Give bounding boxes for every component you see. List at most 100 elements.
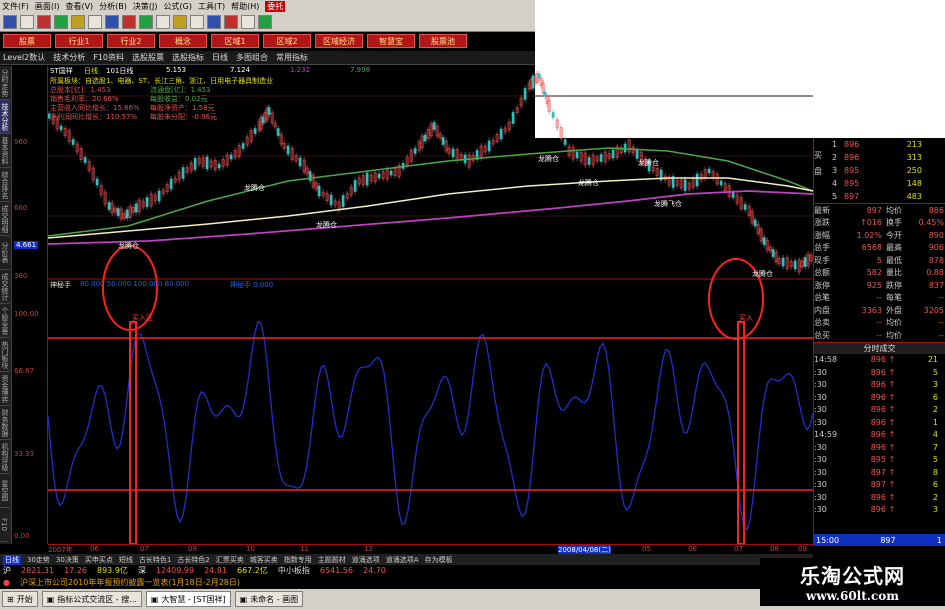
menu-item[interactable]: 帮助(H) (231, 1, 259, 12)
side-tab[interactable]: 成交统计 (0, 270, 10, 304)
menu-item[interactable]: 公式(G) (164, 1, 192, 12)
menu-item[interactable]: 画面(I) (35, 1, 60, 12)
quote-row: 涨幅 1.02% 今开 890 (814, 229, 945, 242)
menu-item[interactable]: 查看(V) (65, 1, 93, 12)
taskbar-window[interactable]: ▣ 大智慧 - [ST国祥] (145, 591, 231, 607)
taskbar-label: 指标公式交流区 - 搜... (57, 594, 137, 604)
nav-button[interactable]: 区域1 (211, 34, 259, 48)
menu-item[interactable]: 决策(J) (133, 1, 158, 12)
tick-time: :30 (814, 492, 827, 502)
sub-menu-item[interactable]: Level2数认 (3, 52, 45, 63)
nav-button[interactable]: 智慧宝 (367, 34, 415, 48)
sub-menu-item[interactable]: 选股指标 (172, 52, 204, 63)
tick-time: 14:58 (814, 355, 838, 365)
indicator-tab[interactable]: 存为模板 (425, 555, 453, 565)
sub-menu-item[interactable]: 选股股票 (132, 52, 164, 63)
sub-menu-item[interactable]: 技术分析 (53, 52, 85, 63)
sub-menu-item[interactable]: 常用指标 (276, 52, 308, 63)
menu-item[interactable]: 工具(T) (198, 1, 225, 12)
back-icon[interactable] (3, 14, 17, 29)
nav-button[interactable]: 股票 (3, 34, 51, 48)
side-tab[interactable]: 综合排名 (0, 168, 10, 202)
nav-button[interactable]: 行业1 (55, 34, 103, 48)
tick-time: :30 (814, 405, 827, 415)
quote-key: 总买 (814, 330, 830, 340)
menu-item[interactable]: 分析(B) (99, 1, 127, 12)
tree-icon[interactable] (139, 14, 153, 29)
toolbar (0, 12, 535, 32)
sub-menu-item[interactable]: 多图组合 (236, 52, 268, 63)
start-button[interactable]: ⊞ 开始 (2, 591, 38, 607)
side-tab[interactable]: 成交明细 (0, 202, 10, 236)
side-tab[interactable]: 资金博弈 (0, 372, 10, 406)
tick-row: 14:59 896 ↑ 4 (814, 429, 945, 442)
side-tab[interactable]: F10 (0, 508, 8, 542)
side-tab[interactable]: 财务数据 (0, 406, 10, 440)
chart-icon[interactable] (54, 14, 68, 29)
indicator-tab[interactable]: 30决策 (56, 555, 79, 565)
indicator-tab[interactable]: 道涌选项A (386, 555, 419, 565)
nav-button[interactable]: 区域2 (263, 34, 311, 48)
side-tab[interactable]: 分价表 (0, 236, 10, 270)
indicator-tab[interactable]: 买申买点 (85, 555, 113, 565)
indicator-tab[interactable]: 汇票买卖 (216, 555, 244, 565)
sub-menu-item[interactable]: 日线 (212, 52, 228, 63)
indicator-tab[interactable]: 指数专用 (284, 555, 312, 565)
side-tab[interactable]: 星空图 (0, 474, 10, 508)
calculator-icon[interactable] (173, 14, 187, 29)
zoom-icon[interactable] (241, 14, 255, 29)
star-icon[interactable] (122, 14, 136, 29)
indicator-tab[interactable]: 古长特色2 (177, 555, 209, 565)
taskbar-window[interactable]: ▣ 指标公式交流区 - 搜... (41, 591, 142, 607)
person-icon[interactable] (105, 14, 119, 29)
news-text[interactable]: 沪深上市公司2010年年报预约披露一览表(1月18日-2月28日) (20, 577, 240, 588)
nav-button[interactable]: 概念 (159, 34, 207, 48)
quote-value: -- (938, 330, 944, 340)
quote-key: 今开 (886, 230, 902, 240)
side-tab[interactable]: 分时走势 (0, 66, 10, 100)
quote-row: 涨停 925 跌停 837 (814, 279, 945, 292)
plate-label: 盘 (814, 167, 822, 176)
side-tab[interactable]: 基本资料 (0, 134, 10, 168)
level-volume: 213 (906, 140, 922, 149)
pen-icon[interactable] (190, 14, 204, 29)
indicator-tab[interactable]: 30走势 (27, 555, 50, 565)
nav-button[interactable]: 行业2 (107, 34, 155, 48)
tick-volume: 6 (932, 392, 938, 402)
tick-price: 896 (870, 442, 886, 452)
indicator-tab[interactable]: 道涌选项 (352, 555, 380, 565)
orderbook-rows: 1 896 213 2 896 313 3 895 250 4 895 148 5 897 483 (832, 138, 922, 203)
side-tab[interactable]: 技术分析 (0, 100, 10, 134)
ticks-header[interactable]: 分时成交 (814, 341, 945, 354)
date-label: 06 (90, 545, 99, 553)
tick-time: :30 (814, 480, 827, 490)
quote-value: 837 (928, 280, 944, 290)
side-tab[interactable]: 机构评级 (0, 440, 10, 474)
sub-menu-item[interactable]: F10资料 (93, 52, 124, 63)
rsi-icon[interactable] (37, 14, 51, 29)
news-icon[interactable] (258, 14, 272, 29)
nav-button[interactable]: 区域经济 (315, 34, 363, 48)
indicator-line (48, 320, 813, 532)
index-status-value: 17.26 (64, 566, 87, 575)
alert-icon[interactable] (224, 14, 238, 29)
indicator-tab[interactable]: 古长特色1 (139, 555, 171, 565)
flag-icon[interactable] (71, 14, 85, 29)
indicator-tab[interactable]: 日线 (3, 554, 21, 565)
printer-icon[interactable] (207, 14, 221, 29)
indicator-tab[interactable]: 短线 (119, 555, 133, 565)
quote-row: 现手 5 最低 878 (814, 254, 945, 267)
open-icon[interactable] (20, 14, 34, 29)
window-icon: ▣ (46, 594, 55, 604)
orderbook-row: 5 897 483 (832, 190, 922, 203)
side-tab[interactable]: 热门板块 (0, 338, 10, 372)
indicator-tab[interactable]: 主题题材 (318, 555, 346, 565)
menu-item[interactable]: 文件(F) (2, 1, 29, 12)
menu-item[interactable]: 委托 (265, 0, 286, 12)
nav-button[interactable]: 股票池 (419, 34, 467, 48)
window-icon[interactable] (156, 14, 170, 29)
taskbar-window[interactable]: ▣ 未命名 - 画图 (234, 591, 304, 607)
indicator-tab[interactable]: 城客买卖 (250, 555, 278, 565)
grid-icon[interactable] (88, 14, 102, 29)
side-tab[interactable]: 个股全景 (0, 304, 10, 338)
